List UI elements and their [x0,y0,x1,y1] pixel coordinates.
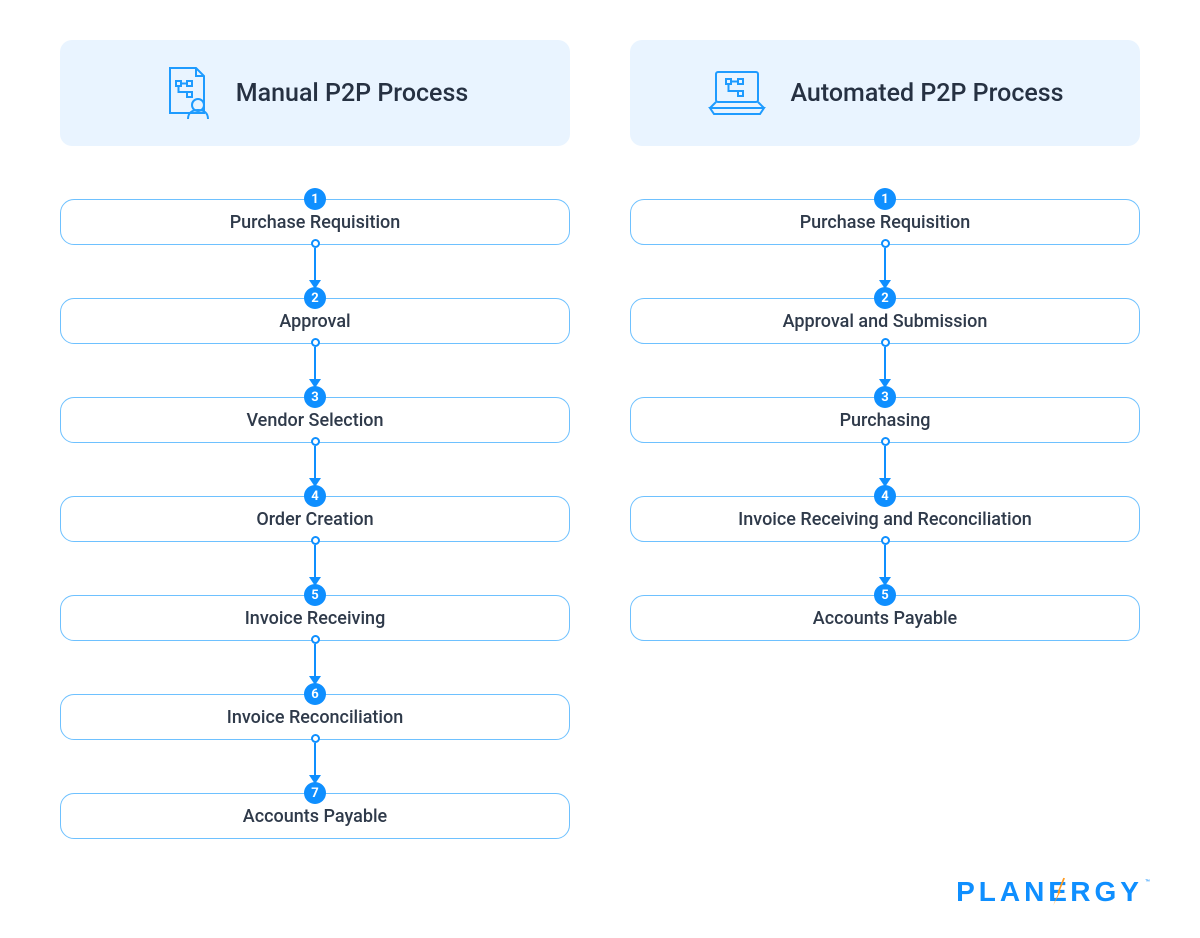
document-user-icon [162,65,214,121]
brand-name: PLANERGY [956,876,1143,908]
step-number-badge: 5 [874,584,896,606]
step-label: Invoice Receiving and Reconciliation [738,509,1032,530]
connector-arrow [309,641,321,683]
step: 3 Purchasing [630,386,1140,443]
connector-arrow [879,245,891,287]
connector-arrow [309,344,321,386]
step-label: Purchase Requisition [800,212,971,233]
step: 2 Approval and Submission [630,287,1140,344]
header-manual: Manual P2P Process [60,40,570,146]
header-title-manual: Manual P2P Process [236,79,468,108]
step-number-badge: 2 [304,287,326,309]
step-number-badge: 1 [304,188,326,210]
connector-arrow [879,542,891,584]
step-label: Accounts Payable [243,806,387,827]
step-number-badge: 3 [304,386,326,408]
laptop-process-icon [706,68,768,118]
connector-arrow [309,542,321,584]
step: 5 Accounts Payable [630,584,1140,641]
step: 4 Order Creation [60,485,570,542]
header-automated: Automated P2P Process [630,40,1140,146]
connector-arrow [879,443,891,485]
connector-arrow [309,245,321,287]
step-number-badge: 5 [304,584,326,606]
step: 5 Invoice Receiving [60,584,570,641]
step: 3 Vendor Selection [60,386,570,443]
step-label: Accounts Payable [813,608,957,629]
step-number-badge: 1 [874,188,896,210]
step-label: Invoice Receiving [245,608,386,629]
brand-logo: PLANERGY ™ [956,876,1150,908]
step: 4 Invoice Receiving and Reconciliation [630,485,1140,542]
steps-automated: 1 Purchase Requisition 2 Approval and Su… [630,188,1140,641]
brand-tm: ™ [1145,878,1150,887]
steps-manual: 1 Purchase Requisition 2 Approval 3 Vend… [60,188,570,839]
column-automated: Automated P2P Process 1 Purchase Requisi… [630,40,1140,839]
step-number-badge: 4 [874,485,896,507]
step-label: Approval and Submission [783,311,988,332]
step-number-badge: 7 [304,782,326,804]
connector-arrow [309,740,321,782]
connector-arrow [309,443,321,485]
step: 7 Accounts Payable [60,782,570,839]
diagram-columns: Manual P2P Process 1 Purchase Requisitio… [60,40,1140,839]
step-label: Approval [279,311,350,332]
step-number-badge: 2 [874,287,896,309]
step: 1 Purchase Requisition [60,188,570,245]
header-title-automated: Automated P2P Process [790,79,1063,108]
step-number-badge: 4 [304,485,326,507]
bolt-icon: E [1048,876,1070,908]
step-number-badge: 6 [304,683,326,705]
step-label: Purchasing [840,410,931,431]
step-label: Vendor Selection [246,410,383,431]
step-label: Invoice Reconciliation [227,707,404,728]
step-number-badge: 3 [874,386,896,408]
step-label: Order Creation [256,509,373,530]
step-label: Purchase Requisition [230,212,401,233]
step: 6 Invoice Reconciliation [60,683,570,740]
step: 2 Approval [60,287,570,344]
step: 1 Purchase Requisition [630,188,1140,245]
connector-arrow [879,344,891,386]
column-manual: Manual P2P Process 1 Purchase Requisitio… [60,40,570,839]
